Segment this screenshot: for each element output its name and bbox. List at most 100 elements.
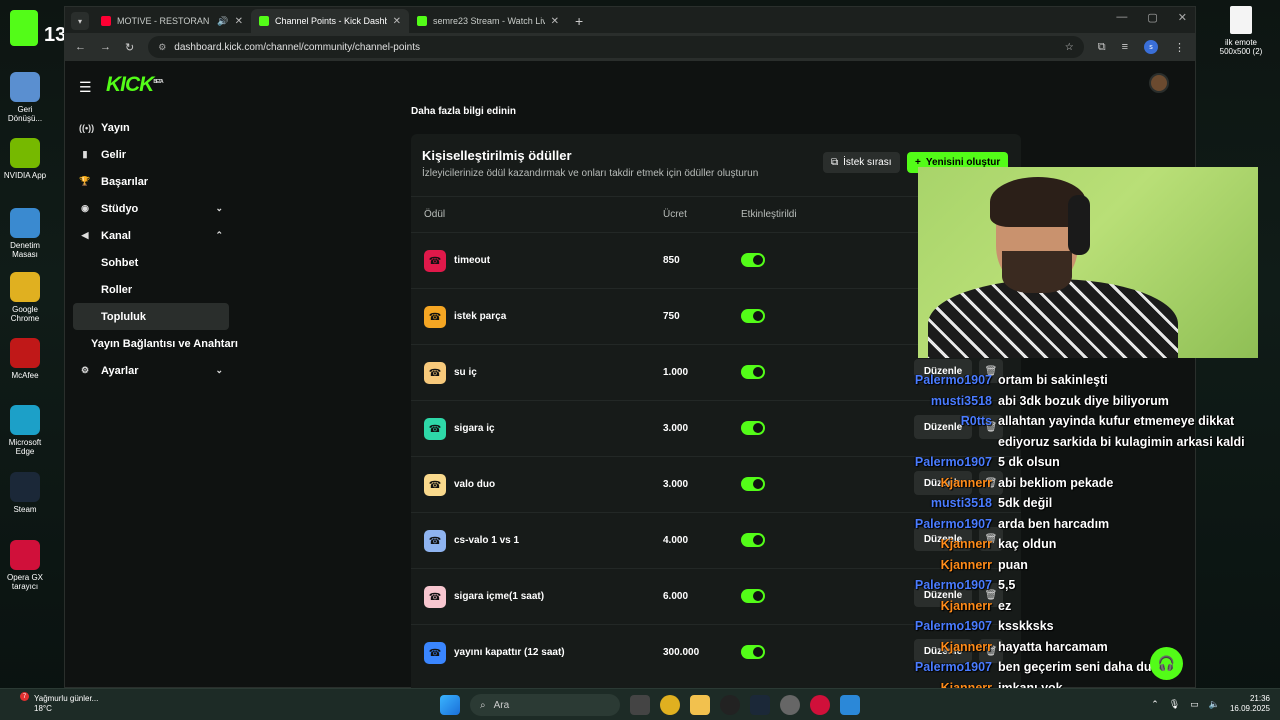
sidebar-item-sohbet[interactable]: Sohbet [73, 249, 229, 276]
close-window-icon[interactable]: ✕ [1178, 11, 1187, 24]
sidebar-item-gelir[interactable]: ▮ Gelir [73, 141, 229, 168]
photos-icon[interactable] [840, 695, 860, 715]
chat-username[interactable]: musti3518 [906, 391, 998, 412]
chat-username[interactable]: Palermo1907 [906, 370, 998, 391]
chat-text: 5,5 [998, 578, 1016, 592]
desktop-icon[interactable]: Google Chrome [2, 272, 48, 323]
weather-widget[interactable]: 7 Yağmurlu günler... 18°C [20, 692, 98, 714]
desktop-icon[interactable]: Opera GX tarayıcı [2, 540, 48, 591]
chat-text: puan [998, 557, 1028, 572]
hamburger-menu-icon[interactable]: ☰ [79, 79, 92, 96]
chat-username[interactable]: Palermo1907 [906, 575, 998, 596]
reward-cost: 4.000 [663, 535, 689, 546]
close-icon[interactable]: ✕ [551, 16, 559, 27]
menu-icon[interactable]: ⋮ [1174, 41, 1185, 54]
chat-text: ez [998, 598, 1012, 613]
speaker-icon[interactable]: 🔊 [217, 16, 228, 27]
reward-cost: 3.000 [663, 423, 689, 434]
chat-username[interactable]: R0tts [906, 411, 998, 452]
file-explorer-icon[interactable] [690, 695, 710, 715]
chat-username[interactable]: Palermo1907 [906, 514, 998, 535]
chat-username[interactable]: Kjannerr [906, 534, 998, 555]
chat-username[interactable]: Palermo1907 [906, 657, 998, 678]
webcam-overlay [918, 167, 1258, 358]
sidebar-item-studyo[interactable]: ◉ Stüdyo ⌄ [73, 195, 229, 222]
chevron-up-icon[interactable]: ⌃ [1151, 699, 1159, 710]
desktop-icon[interactable]: NVIDIA App [2, 138, 48, 180]
support-headset-icon[interactable]: 🎧 [1150, 647, 1183, 680]
obs-icon[interactable] [720, 695, 740, 715]
chat-username[interactable]: Kjannerr [906, 473, 998, 494]
enabled-toggle[interactable] [741, 477, 765, 491]
reload-icon[interactable]: ↻ [125, 41, 134, 54]
opera-gx-icon[interactable] [810, 695, 830, 715]
extensions-icon[interactable]: ⧉ [1098, 41, 1106, 54]
sidebar-item-topluluk[interactable]: Topluluk [73, 303, 229, 330]
back-icon[interactable]: ← [75, 41, 86, 53]
enabled-toggle[interactable] [741, 421, 765, 435]
desktop-icon[interactable]: Microsoft Edge [2, 405, 48, 456]
sidebar-item-label: Gelir [101, 148, 127, 161]
tab-youtube[interactable]: MOTIVE - RESTORAN (Offic 🔊 ✕ [93, 9, 251, 33]
minimize-icon[interactable]: — [1116, 11, 1127, 24]
chat-username[interactable]: Palermo1907 [906, 452, 998, 473]
youtube-icon [101, 16, 111, 26]
new-tab-icon[interactable]: + [575, 13, 583, 29]
desktop-icon[interactable]: Steam [2, 472, 48, 514]
close-icon[interactable]: ✕ [393, 16, 401, 27]
forward-icon[interactable]: → [100, 41, 111, 53]
sidebar-item-basarilar[interactable]: 🏆 Başarılar [73, 168, 229, 195]
chrome-icon[interactable] [660, 695, 680, 715]
windows-start-icon[interactable] [440, 695, 460, 715]
tab-kick-stream[interactable]: semre23 Stream - Watch Live o ✕ [409, 9, 567, 33]
enabled-toggle[interactable] [741, 645, 765, 659]
clock[interactable]: 21:36 16.09.2025 [1230, 694, 1270, 714]
request-queue-button[interactable]: ⧉ İstek sırası [823, 152, 900, 173]
learn-more-link[interactable]: Daha fazla bilgi edinin [411, 106, 516, 117]
reward-icon: ☎ [424, 530, 446, 552]
media-icon[interactable]: ≡ [1122, 41, 1128, 53]
chat-username[interactable]: musti3518 [906, 493, 998, 514]
sidebar-item-ayarlar[interactable]: ⚙ Ayarlar ⌄ [73, 357, 229, 384]
desktop-icon[interactable]: Geri Dönüşü... [2, 72, 48, 123]
steam-icon[interactable] [750, 695, 770, 715]
chat-username[interactable]: Palermo1907 [906, 616, 998, 637]
microphone-icon[interactable]: 🎙 [1169, 699, 1180, 710]
kick-logo[interactable]: KICKBETA [106, 73, 164, 97]
volume-icon[interactable]: 🔈 [1209, 699, 1220, 710]
tab-search-icon[interactable]: ▾ [71, 12, 89, 30]
enabled-toggle[interactable] [741, 309, 765, 323]
desktop-icon[interactable]: McAfee [2, 338, 48, 380]
enabled-toggle[interactable] [741, 365, 765, 379]
chat-username[interactable]: Kjannerr [906, 555, 998, 576]
sidebar-item-stream-key[interactable]: Yayın Bağlantısı ve Anahtarı [73, 330, 243, 357]
settings-icon[interactable] [780, 695, 800, 715]
task-view-icon[interactable] [630, 695, 650, 715]
sidebar-item-kanal[interactable]: ◀ Kanal ⌃ [73, 222, 229, 249]
desktop-file-icon[interactable]: ilk emote 500x500 (2) [1218, 6, 1264, 56]
profile-avatar[interactable]: s [1144, 40, 1158, 54]
sidebar-item-yayin[interactable]: ((•)) Yayın [73, 114, 229, 141]
enabled-toggle[interactable] [741, 253, 765, 267]
temperature: 18°C [34, 704, 52, 713]
taskbar-search[interactable]: ⌕ Ara [470, 694, 620, 716]
maximize-icon[interactable]: ▢ [1147, 11, 1157, 24]
system-tray: ⌃ 🎙 ▭ 🔈 21:36 16.09.2025 [1151, 694, 1270, 714]
network-icon[interactable]: ▭ [1190, 699, 1199, 710]
chat-username[interactable]: Kjannerr [906, 637, 998, 658]
user-avatar[interactable] [1149, 73, 1169, 93]
close-icon[interactable]: ✕ [235, 16, 243, 27]
enabled-toggle[interactable] [741, 589, 765, 603]
url-field[interactable]: ⚙ dashboard.kick.com/channel/community/c… [148, 36, 1084, 58]
sidebar-item-roller[interactable]: Roller [73, 276, 229, 303]
enabled-toggle[interactable] [741, 533, 765, 547]
desktop-icon[interactable]: Denetim Masası [2, 208, 48, 259]
chat-text: abi bekliom pekade [998, 475, 1114, 490]
tab-kick-dashboard[interactable]: Channel Points - Kick Dashboar ✕ [251, 9, 409, 33]
bookmark-star-icon[interactable]: ☆ [1065, 42, 1074, 53]
reward-name: valo duo [454, 479, 496, 490]
site-info-icon[interactable]: ⚙ [158, 42, 166, 53]
column-header-cost: Ücret [663, 209, 687, 220]
chat-username[interactable]: Kjannerr [906, 596, 998, 617]
chat-message: Kjannerr abi bekliom pekade [906, 473, 1278, 494]
